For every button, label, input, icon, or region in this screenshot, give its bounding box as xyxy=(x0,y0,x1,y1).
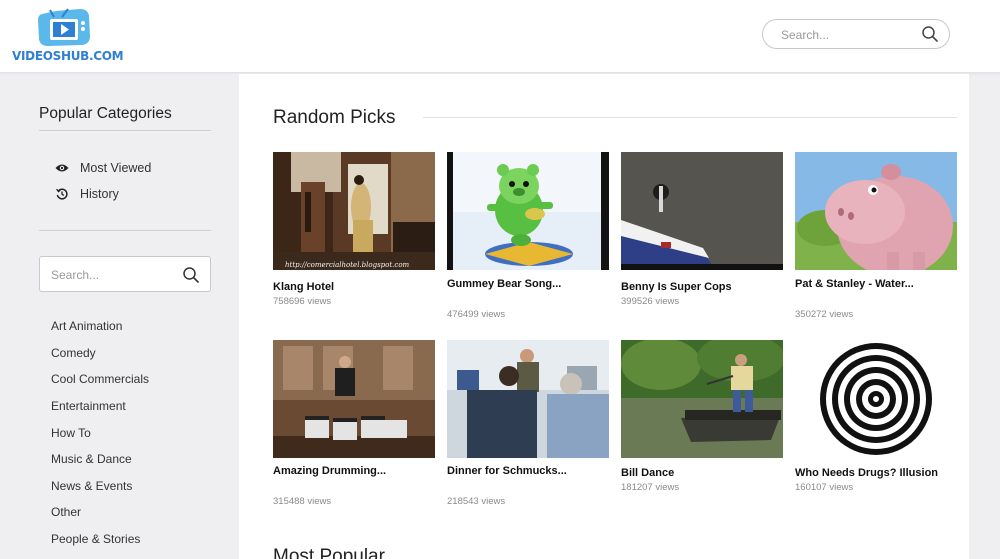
sidebar-search xyxy=(39,256,211,292)
sidebar-item-label: Most Viewed xyxy=(80,161,152,175)
tv-logo-icon xyxy=(38,8,90,46)
video-title[interactable]: Who Needs Drugs? Illusion xyxy=(795,467,938,479)
video-thumbnail[interactable] xyxy=(273,340,435,458)
video-title[interactable]: Pat & Stanley - Water... xyxy=(795,278,914,290)
video-views: 218543 views xyxy=(447,496,506,507)
video-title[interactable]: Bill Dance xyxy=(621,467,674,479)
sidebar-item-history[interactable]: History xyxy=(54,185,119,203)
category-link[interactable]: Other xyxy=(51,504,81,520)
video-views: 399526 views xyxy=(621,296,680,307)
video-thumbnail[interactable] xyxy=(447,340,609,458)
video-title[interactable]: Gummey Bear Song... xyxy=(447,278,561,290)
category-link[interactable]: Art Animation xyxy=(51,318,122,334)
video-card[interactable]: Who Needs Drugs? Illusion 160107 views xyxy=(795,340,957,493)
sidebar: Popular Categories Most Viewed History A… xyxy=(0,74,239,559)
section-divider xyxy=(423,117,957,118)
video-thumbnail[interactable] xyxy=(795,152,957,270)
history-icon xyxy=(54,187,70,201)
sidebar-heading: Popular Categories xyxy=(39,105,172,122)
video-title[interactable]: Dinner for Schmucks... xyxy=(447,465,567,477)
video-card[interactable]: Gummey Bear Song... 476499 views xyxy=(447,152,609,320)
video-title[interactable]: Benny Is Super Cops xyxy=(621,281,732,293)
video-views: 758696 views xyxy=(273,296,332,307)
category-link[interactable]: Entertainment xyxy=(51,398,126,414)
divider xyxy=(39,130,211,131)
video-title[interactable]: Amazing Drumming... xyxy=(273,465,386,477)
video-views: 476499 views xyxy=(447,309,506,320)
thumbnail-watermark: http://comercialhotel.blogspot.com xyxy=(285,261,410,269)
divider xyxy=(39,230,211,231)
video-card[interactable]: Pat & Stanley - Water... 350272 views xyxy=(795,152,957,320)
video-title[interactable]: Klang Hotel xyxy=(273,281,334,293)
video-card[interactable]: Benny Is Super Cops 399526 views xyxy=(621,152,783,307)
category-link[interactable]: Music & Dance xyxy=(51,451,132,467)
sidebar-search-input[interactable] xyxy=(51,266,171,284)
section-title: Most Popular xyxy=(273,546,385,559)
search-icon[interactable] xyxy=(182,266,200,284)
sidebar-item-label: History xyxy=(80,187,119,201)
header-search-input[interactable] xyxy=(781,26,911,44)
category-link[interactable]: Comedy xyxy=(51,345,96,361)
video-views: 350272 views xyxy=(795,309,854,320)
category-link[interactable]: Cool Commercials xyxy=(51,371,149,387)
video-card[interactable]: Dinner for Schmucks... 218543 views xyxy=(447,340,609,507)
header-search xyxy=(762,19,950,49)
search-icon[interactable] xyxy=(921,25,939,43)
logo-text: VIDEOSHUB.COM xyxy=(12,49,124,63)
video-thumbnail[interactable] xyxy=(621,152,783,270)
video-thumbnail[interactable] xyxy=(447,152,609,270)
video-card[interactable]: Bill Dance 181207 views xyxy=(621,340,783,493)
video-views: 315488 views xyxy=(273,496,332,507)
video-views: 181207 views xyxy=(621,482,680,493)
main-content: Random Picks http://comercialhotel.blogs… xyxy=(239,74,969,559)
category-link[interactable]: News & Events xyxy=(51,478,132,494)
eye-icon xyxy=(54,161,70,175)
sidebar-item-most-viewed[interactable]: Most Viewed xyxy=(54,159,151,177)
category-link[interactable]: People & Stories xyxy=(51,531,140,547)
site-header: VIDEOSHUB.COM xyxy=(0,0,1000,73)
video-views: 160107 views xyxy=(795,482,854,493)
video-card[interactable]: http://comercialhotel.blogspot.com Klang… xyxy=(273,152,435,307)
section-title: Random Picks xyxy=(273,107,396,128)
video-thumbnail[interactable] xyxy=(621,340,783,458)
video-thumbnail[interactable] xyxy=(795,340,957,458)
video-thumbnail[interactable]: http://comercialhotel.blogspot.com xyxy=(273,152,435,270)
video-card[interactable]: Amazing Drumming... 315488 views xyxy=(273,340,435,507)
category-link[interactable]: How To xyxy=(51,425,91,441)
site-logo[interactable]: VIDEOSHUB.COM xyxy=(12,6,124,64)
